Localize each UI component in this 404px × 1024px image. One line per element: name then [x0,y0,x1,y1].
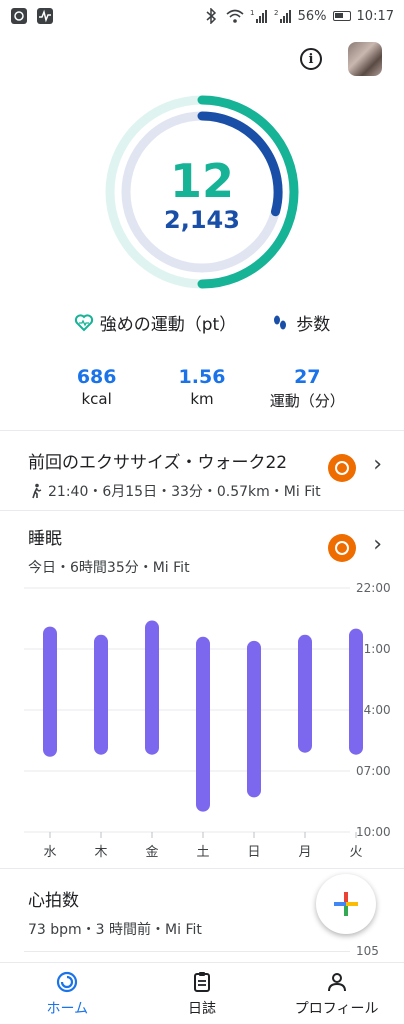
x-tick-label: 火 [349,845,362,860]
info-icon[interactable]: i [300,48,322,70]
sleep-bar [298,634,312,753]
heart-rate-axis-label: 105 [356,944,379,958]
add-button[interactable] [316,874,376,934]
x-tick-label: 金 [145,844,158,860]
y-tick-label: 10:00 [356,825,391,839]
x-tick-label: 木 [94,845,107,860]
stat-label: km [190,390,214,408]
y-tick-label: 07:00 [356,764,391,778]
signal-1-icon: 1 [250,7,268,25]
battery-icon [332,11,351,21]
nav-profile-label: プロフィール [294,1000,379,1017]
divider [0,868,404,869]
clock: 10:17 [356,8,394,24]
sleep-chart-svg: 22:0001:0004:0007:0010:00水木金土日月火 [24,581,391,860]
sleep-bar [196,636,210,812]
activity-icon [36,7,54,25]
clipboard-icon [193,971,210,992]
stats-row: 686 kcal 1.56 km 27 運動（分） [0,366,404,411]
walk-icon [32,483,42,499]
steps-legend[interactable]: 歩数 [270,310,330,335]
heart-points-label: 強めの運動（pt） [99,315,237,335]
stat-value: 686 [76,366,117,388]
mi-fit-badge-icon [328,454,356,482]
stat-kcal: 686 kcal [52,366,142,411]
heart-points-legend[interactable]: 強めの運動（pt） [74,310,236,335]
steps-value: 2,143 [164,206,240,234]
sim2-label: 2 [274,9,278,17]
sleep-chart: 22:00 01:00 04:00 07:00 10:00 水木金土日月火 [24,580,394,860]
battery-percent: 56% [297,8,327,24]
divider [0,430,404,431]
nav-profile[interactable]: プロフィール [277,970,397,1018]
mi-fit-badge-icon [328,534,356,562]
person-icon [327,972,346,991]
nav-journal[interactable]: 日誌 [142,970,262,1018]
x-tick-label: 月 [298,845,311,860]
sleep-bar [43,626,57,757]
plus-icon [334,892,358,916]
heart-rate-gridline [24,951,350,952]
nav-home-label: ホーム [46,1000,89,1017]
heart-rate-details: 73 bpm・3 時間前・Mi Fit [28,922,202,938]
sim1-label: 1 [250,9,254,17]
x-tick-label: 水 [43,845,56,860]
x-tick-label: 日 [247,845,260,860]
bottom-navigation: ホーム 日誌 プロフィール [0,962,404,1024]
last-exercise-card[interactable]: 前回のエクササイズ・ウォーク22 21:40・6月15日・33分・0.57km・… [28,448,382,501]
sleep-bar [349,628,363,755]
last-exercise-title: 前回のエクササイズ・ウォーク22 [28,453,288,473]
y-tick-label: 22:00 [356,581,391,595]
stat-label: kcal [81,390,112,408]
sleep-details: 今日・6時間35分・Mi Fit [28,560,190,576]
mi-fit-icon [10,7,28,25]
stat-km: 1.56 km [157,366,247,411]
sleep-card[interactable]: 睡眠 今日・6時間35分・Mi Fit › [28,524,382,577]
sleep-title: 睡眠 [28,529,62,549]
wifi-icon [226,7,244,25]
signal-2-icon: 2 [274,7,292,25]
stat-value: 1.56 [178,366,226,388]
nav-journal-label: 日誌 [187,1000,216,1017]
sleep-bar [145,620,159,755]
bluetooth-icon [202,7,220,25]
stat-value: 27 [294,366,321,388]
x-tick-label: 土 [196,845,209,860]
heart-points-value: 12 [169,154,234,208]
footsteps-icon [274,315,287,329]
home-rings-icon [57,971,78,992]
chevron-right-icon: › [373,452,382,477]
heart-icon [74,313,93,331]
sleep-bar [94,634,108,755]
last-exercise-details: 21:40・6月15日・33分・0.57km・Mi Fit [48,484,321,500]
stat-move-minutes: 27 運動（分） [262,366,352,411]
nav-home[interactable]: ホーム [7,970,127,1018]
steps-label: 歩数 [296,315,331,335]
divider [0,510,404,511]
status-bar: 1 2 56% 10:17 [0,0,404,32]
stat-label: 運動（分） [269,392,345,410]
avatar[interactable] [348,42,382,76]
chevron-right-icon: › [373,532,382,557]
sleep-bar [247,640,261,798]
activity-rings[interactable]: 12 2,143 [102,92,302,292]
